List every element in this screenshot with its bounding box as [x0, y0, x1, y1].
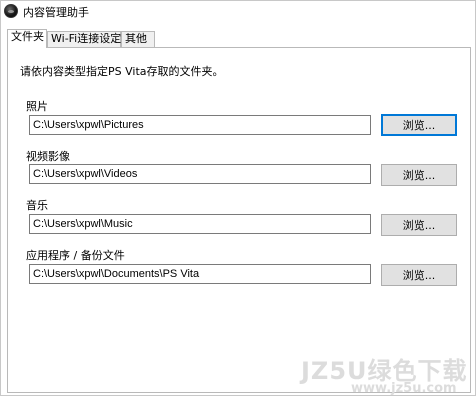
- content-manager-window: 内容管理助手 文件夹 Wi-Fi连接设定 其他 请依内容类型指定PS Vita存…: [0, 0, 476, 396]
- videos-label: 视频影像: [26, 150, 70, 163]
- title-bar: 内容管理助手: [1, 1, 475, 23]
- tab-folders[interactable]: 文件夹: [7, 29, 47, 48]
- instruction-text: 请依内容类型指定PS Vita存取的文件夹。: [20, 65, 224, 78]
- apps-backup-label: 应用程序 / 备份文件: [26, 249, 125, 262]
- pictures-browse-button[interactable]: 浏览...: [381, 114, 457, 136]
- tab-other[interactable]: 其他: [121, 31, 155, 47]
- folders-panel: 请依内容类型指定PS Vita存取的文件夹。 照片 浏览... 视频影像 浏览.…: [7, 47, 471, 393]
- apps-backup-browse-button[interactable]: 浏览...: [381, 264, 457, 286]
- music-label: 音乐: [26, 199, 48, 212]
- videos-path-field[interactable]: [29, 164, 371, 184]
- tab-wifi-settings[interactable]: Wi-Fi连接设定: [47, 31, 121, 47]
- pictures-label: 照片: [26, 100, 48, 113]
- window-title: 内容管理助手: [23, 6, 89, 19]
- app-icon: [4, 4, 18, 18]
- videos-browse-button[interactable]: 浏览...: [381, 164, 457, 186]
- apps-backup-path-field[interactable]: [29, 264, 371, 284]
- music-browse-button[interactable]: 浏览...: [381, 214, 457, 236]
- pictures-path-field[interactable]: [29, 115, 371, 135]
- music-path-field[interactable]: [29, 214, 371, 234]
